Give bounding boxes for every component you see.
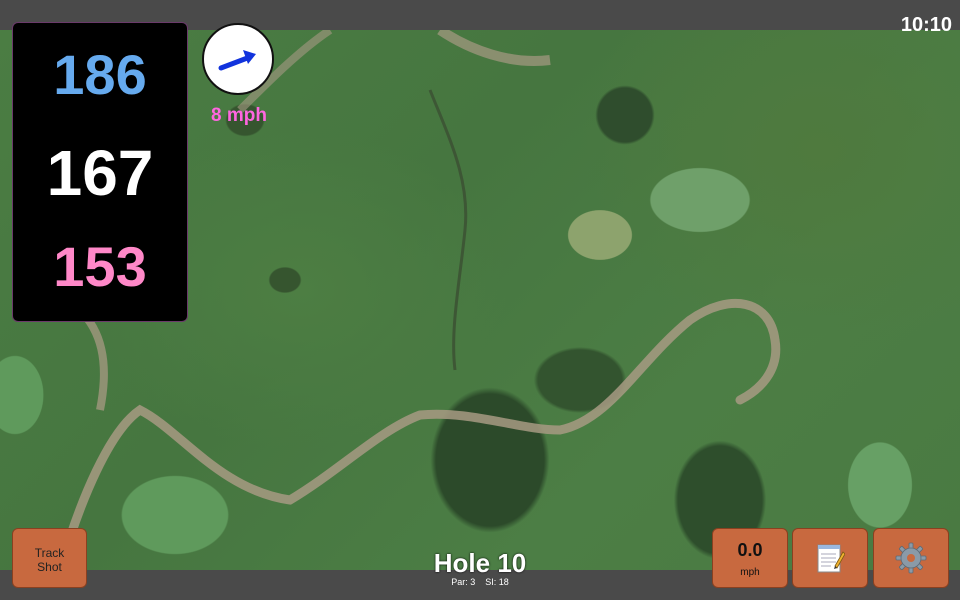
notes-button[interactable] xyxy=(792,528,868,588)
front-yardage: 153 xyxy=(53,235,147,298)
hole-stroke-index: SI: 18 xyxy=(485,577,509,587)
speed-button[interactable]: 0.0 mph xyxy=(712,528,788,588)
yardage-panel: 186 167 153 xyxy=(12,22,188,322)
speed-unit: mph xyxy=(740,567,760,578)
back-yardage: 186 xyxy=(53,43,147,106)
wind-indicator xyxy=(202,23,274,95)
wind-speed: 8 mph xyxy=(211,105,267,126)
hole-info: Par: 3 SI: 18 xyxy=(380,577,580,587)
notepad-icon xyxy=(817,544,845,573)
clock: 10:10 xyxy=(900,14,952,36)
hole-par: Par: 3 xyxy=(451,577,476,587)
track-shot-label-line2: Shot xyxy=(37,560,62,574)
gear-icon xyxy=(895,542,927,574)
speed-value: 0.0 xyxy=(737,540,763,560)
track-shot-button[interactable]: Track Shot xyxy=(12,528,87,588)
wind-arrow-icon xyxy=(218,50,256,71)
settings-button[interactable] xyxy=(873,528,949,588)
hole-title: Hole 10 xyxy=(433,548,527,578)
middle-yardage: 167 xyxy=(46,137,154,209)
track-shot-label-line1: Track xyxy=(34,546,65,560)
